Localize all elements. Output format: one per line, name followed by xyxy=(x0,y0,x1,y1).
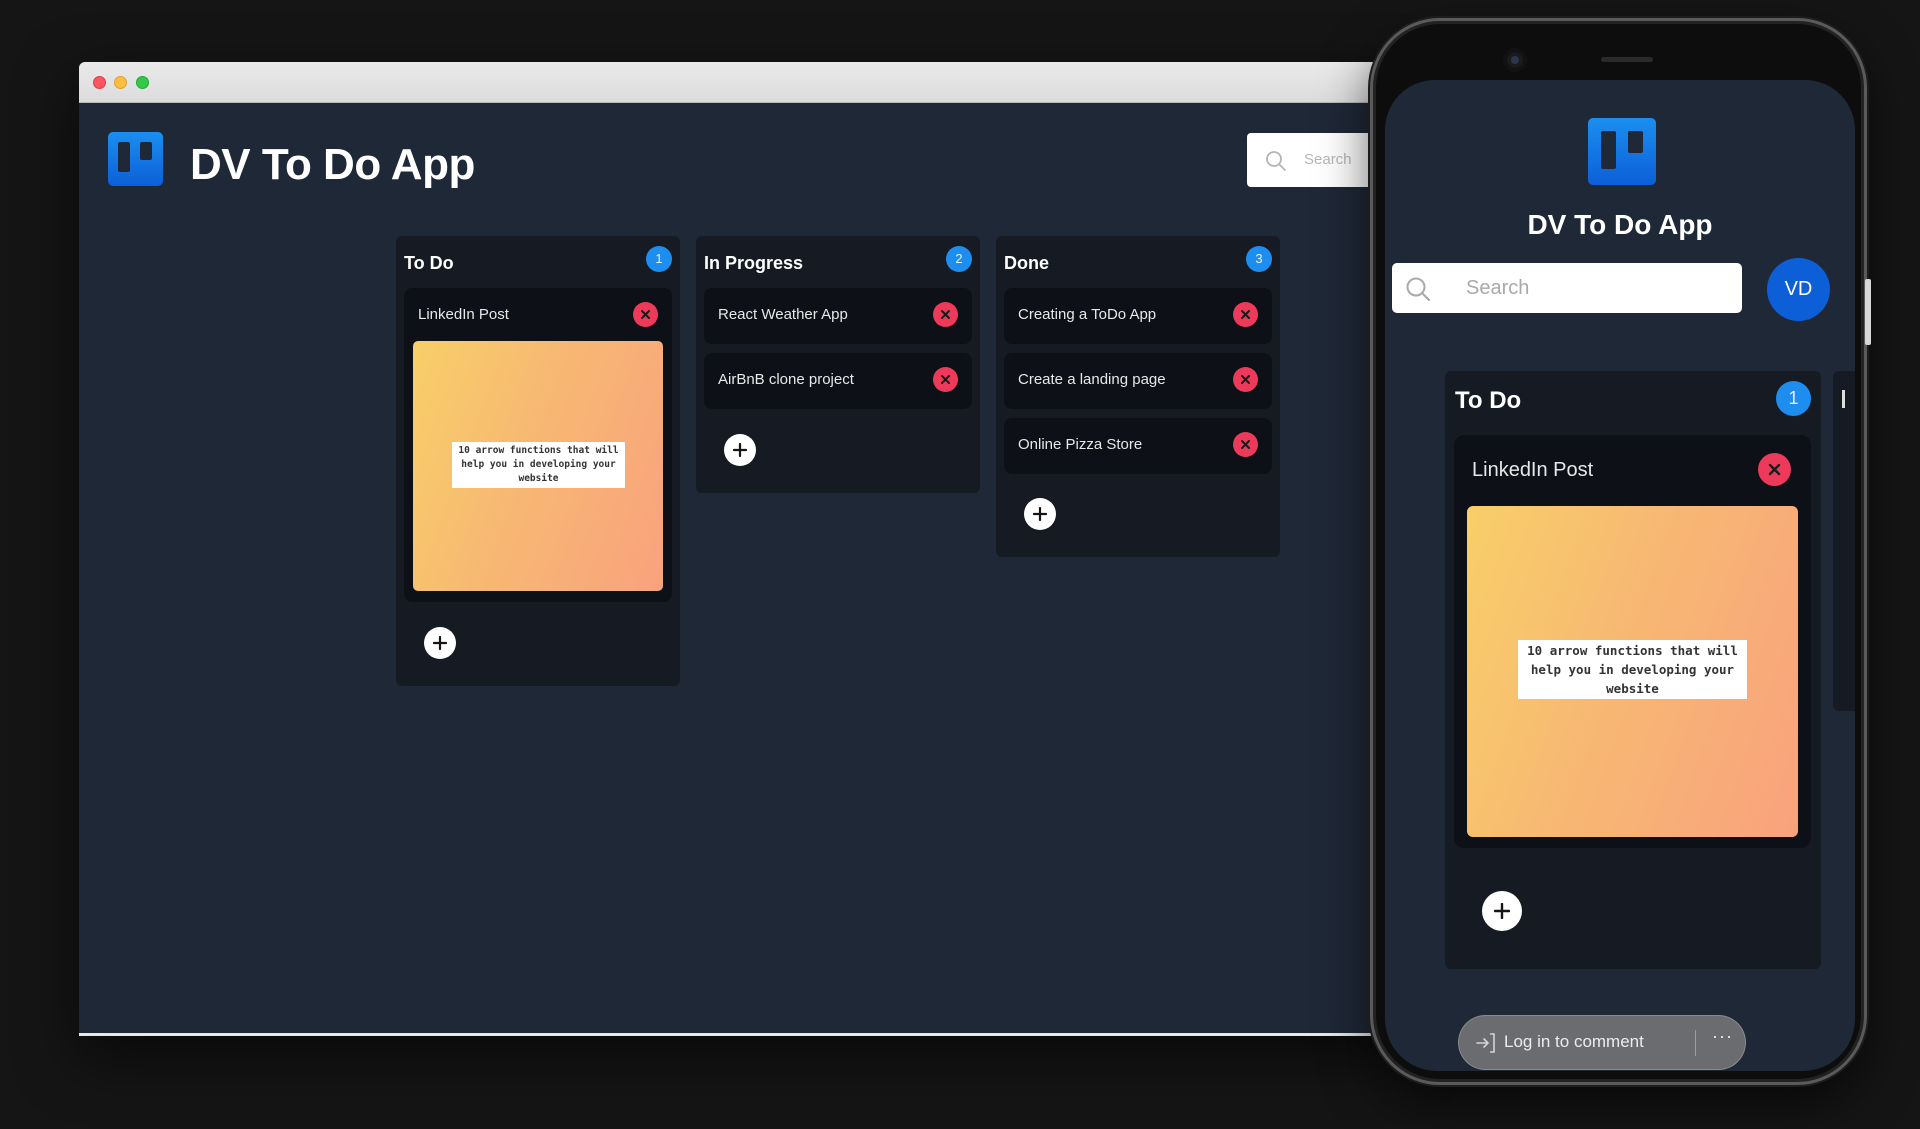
task-card[interactable]: LinkedIn Post 10 arrow functions that wi… xyxy=(404,288,672,602)
phone-mockup: DV To Do App Search VD To Do 1 LinkedIn … xyxy=(1370,18,1871,1085)
window-maximize-button[interactable] xyxy=(136,76,149,89)
phone-side-button xyxy=(1865,279,1871,345)
column-todo: To Do 1 LinkedIn Post 10 arrow functions… xyxy=(396,236,680,686)
delete-button[interactable] xyxy=(1758,453,1791,486)
column-in-progress: In Progress 2 React Weather App AirBnB c… xyxy=(696,236,980,493)
close-icon xyxy=(1768,463,1781,476)
count-badge: 1 xyxy=(1776,381,1811,416)
task-card[interactable]: Creating a ToDo App xyxy=(1004,288,1272,344)
close-icon xyxy=(1241,375,1250,384)
app-title: DV To Do App xyxy=(190,140,475,189)
plus-icon xyxy=(1494,903,1510,919)
user-avatar[interactable]: VD xyxy=(1767,258,1830,321)
task-card[interactable]: Online Pizza Store xyxy=(1004,418,1272,474)
column-title: In Progress xyxy=(704,253,804,273)
app-logo-icon xyxy=(108,132,163,186)
plus-icon xyxy=(1033,507,1047,521)
column-title: To Do xyxy=(404,253,454,273)
plus-icon xyxy=(433,636,447,650)
add-task-button[interactable] xyxy=(1024,498,1056,530)
add-task-button[interactable] xyxy=(724,434,756,466)
login-to-comment-label[interactable]: Log in to comment xyxy=(1504,1032,1644,1052)
search-icon xyxy=(1266,151,1286,171)
mobile-screen: DV To Do App Search VD To Do 1 LinkedIn … xyxy=(1385,80,1855,1071)
column-title: Done xyxy=(1004,253,1049,273)
task-card[interactable]: Create a landing page xyxy=(1004,353,1272,409)
task-image: 10 arrow functions that will help you in… xyxy=(1467,506,1798,837)
close-icon xyxy=(1241,310,1250,319)
search-placeholder: Search xyxy=(1304,151,1352,168)
mobile-search-input[interactable]: Search xyxy=(1392,263,1742,313)
delete-button[interactable] xyxy=(933,367,958,392)
task-title: React Weather App xyxy=(718,306,848,323)
close-icon xyxy=(1241,440,1250,449)
image-caption: 10 arrow functions that will help you in… xyxy=(452,442,625,488)
count-badge: 1 xyxy=(646,246,672,272)
column-title: To Do xyxy=(1455,387,1522,414)
count-badge: 3 xyxy=(1246,246,1272,272)
ellipsis-icon[interactable]: ··· xyxy=(1712,1026,1733,1047)
task-title: LinkedIn Post xyxy=(418,306,509,323)
delete-button[interactable] xyxy=(1233,432,1258,457)
mobile-app-title: DV To Do App xyxy=(1527,209,1713,240)
mobile-column-next-peek[interactable] xyxy=(1833,371,1855,711)
close-icon xyxy=(641,310,650,319)
divider xyxy=(1695,1030,1696,1056)
mobile-column-todo: To Do 1 LinkedIn Post 10 arrow functions… xyxy=(1445,371,1821,969)
login-to-comment-bar[interactable]: Log in to comment ··· xyxy=(1458,1015,1746,1070)
task-image: 10 arrow functions that will help you in… xyxy=(413,341,663,591)
search-icon xyxy=(1406,277,1430,301)
add-task-button[interactable] xyxy=(424,627,456,659)
window-titlebar xyxy=(79,62,1399,103)
window-minimize-button[interactable] xyxy=(114,76,127,89)
desktop-browser-window: DV To Do App Search To Do 1 LinkedIn Pos… xyxy=(79,62,1399,1036)
task-title: LinkedIn Post xyxy=(1472,459,1594,481)
delete-button[interactable] xyxy=(1233,367,1258,392)
delete-button[interactable] xyxy=(1233,302,1258,327)
task-title: Create a landing page xyxy=(1018,371,1166,388)
task-title: Online Pizza Store xyxy=(1018,436,1143,453)
add-task-button[interactable] xyxy=(1482,891,1522,931)
plus-icon xyxy=(733,443,747,457)
close-icon xyxy=(941,375,950,384)
task-card[interactable]: React Weather App xyxy=(704,288,972,344)
front-camera-icon xyxy=(1503,48,1527,72)
task-title: AirBnB clone project xyxy=(718,371,854,388)
login-arrow-icon xyxy=(1476,1033,1495,1053)
task-card[interactable]: AirBnB clone project xyxy=(704,353,972,409)
phone-speaker xyxy=(1601,57,1653,62)
task-card[interactable]: LinkedIn Post 10 arrow functions that wi… xyxy=(1454,435,1811,848)
image-caption: 10 arrow functions that will help you in… xyxy=(1518,640,1747,699)
column-done: Done 3 Creating a ToDo App Create a land… xyxy=(996,236,1280,557)
delete-button[interactable] xyxy=(633,302,658,327)
task-title: Creating a ToDo App xyxy=(1018,306,1157,323)
window-close-button[interactable] xyxy=(93,76,106,89)
close-icon xyxy=(941,310,950,319)
app-logo-icon xyxy=(1588,118,1656,185)
search-placeholder: Search xyxy=(1466,277,1530,299)
delete-button[interactable] xyxy=(933,302,958,327)
count-badge: 2 xyxy=(946,246,972,272)
